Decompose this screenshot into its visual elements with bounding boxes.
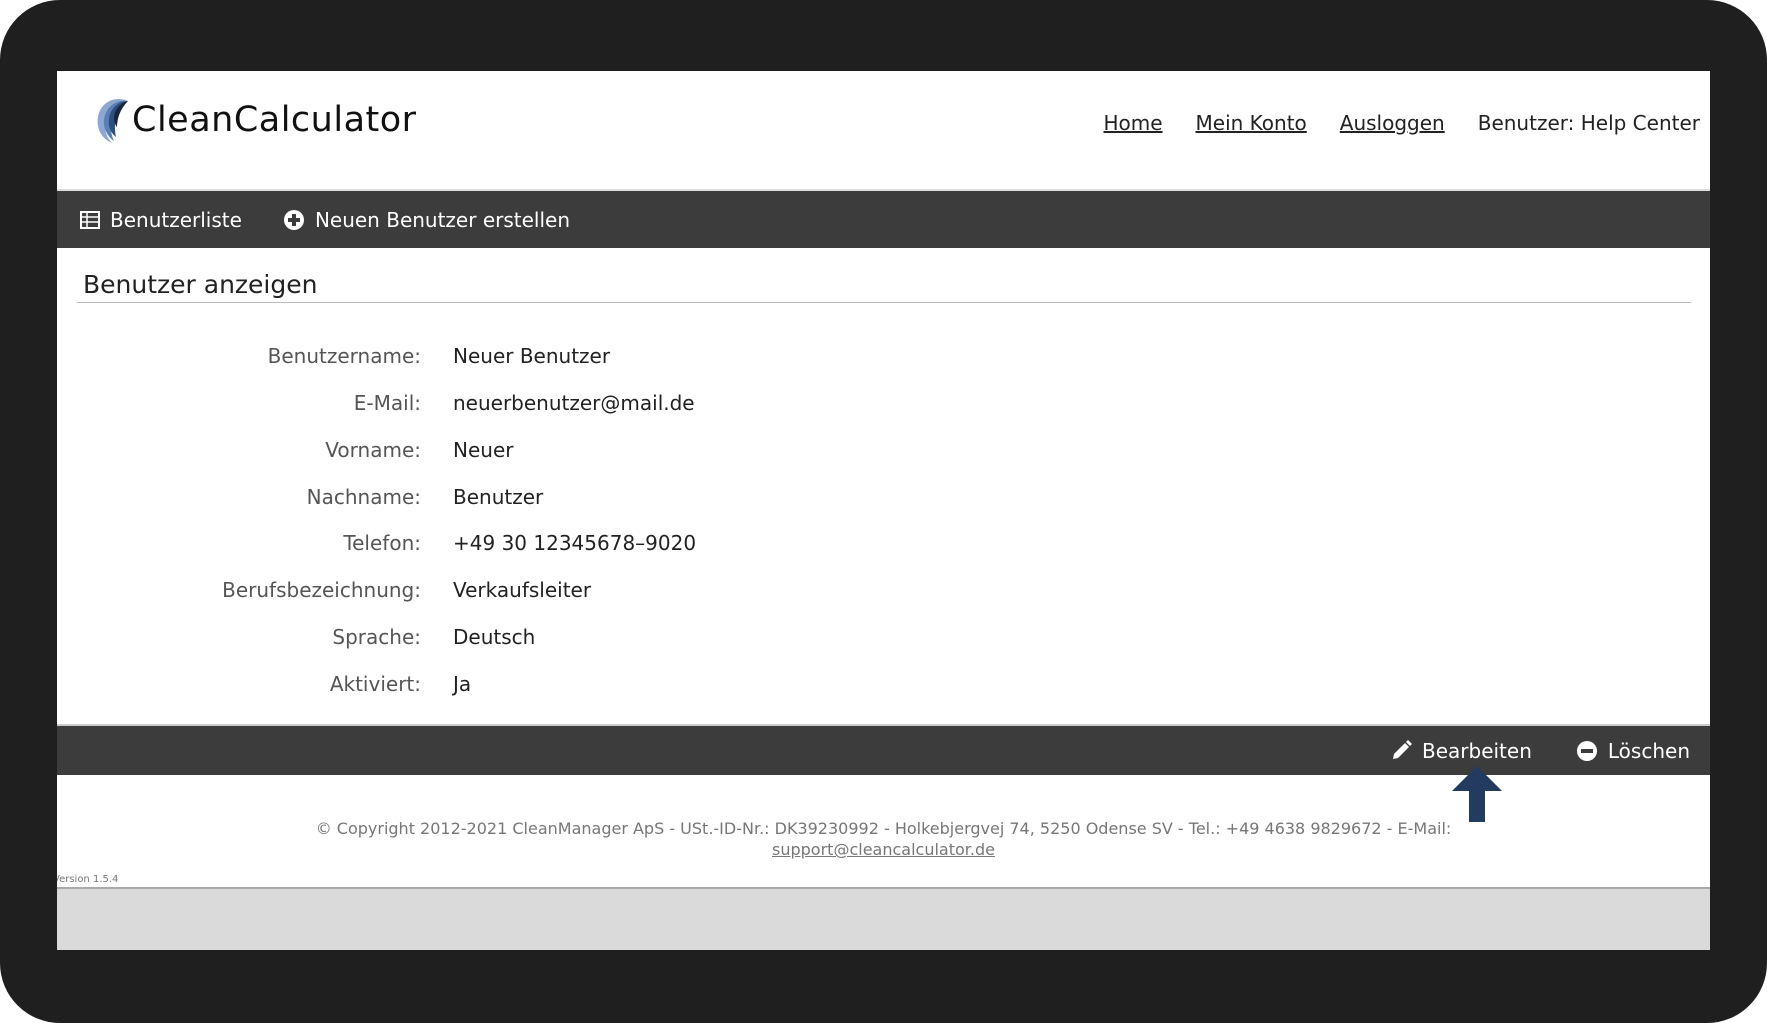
delete-label: Löschen (1607, 738, 1690, 763)
logo-text: CleanCalculator (132, 100, 417, 140)
logo-wave-icon (97, 98, 128, 143)
field-row: Nachname: Benutzer (57, 485, 1710, 515)
minus-circle-icon (1576, 740, 1597, 761)
field-label: E-Mail: (353, 391, 421, 415)
field-row: Telefon: +49 30 12345678–9020 (57, 531, 1710, 561)
support-email-link[interactable]: support@cleancalculator.de (772, 840, 995, 859)
top-navigation: Home Mein Konto Ausloggen Benutzer: Help… (1103, 111, 1700, 135)
field-row: Vorname: Neuer (57, 438, 1710, 468)
field-row: Aktiviert: Ja (57, 672, 1710, 702)
nav-benutzerliste-label: Benutzerliste (110, 207, 242, 232)
device-frame: CleanCalculator Home Mein Konto Auslogge… (0, 0, 1767, 1023)
field-label: Nachname: (306, 485, 421, 509)
field-value: Verkaufsleiter (453, 578, 592, 602)
pencil-icon (1393, 739, 1412, 759)
field-row: E-Mail: neuerbenutzer@mail.de (57, 391, 1710, 421)
mein-konto-link[interactable]: Mein Konto (1196, 111, 1307, 135)
browser-viewport: CleanCalculator Home Mein Konto Auslogge… (57, 71, 1710, 950)
table-icon (80, 210, 100, 229)
copyright-text: © Copyright 2012-2021 CleanManager ApS -… (57, 818, 1710, 860)
field-row: Berufsbezeichnung: Verkaufsleiter (57, 578, 1710, 608)
plus-circle-icon (283, 209, 304, 230)
field-value: Neuer Benutzer (453, 344, 611, 368)
field-label: Vorname: (325, 438, 421, 462)
field-row: Benutzername: Neuer Benutzer (57, 344, 1710, 374)
field-value: +49 30 12345678–9020 (453, 531, 697, 555)
title-divider (77, 302, 1691, 303)
header: CleanCalculator Home Mein Konto Auslogge… (57, 71, 1710, 191)
field-value: Ja (453, 672, 472, 696)
nav-neuen-benutzer-label: Neuen Benutzer erstellen (314, 207, 571, 232)
field-label: Sprache: (332, 625, 421, 649)
page-title: Benutzer anzeigen (83, 270, 318, 299)
navbar: Benutzerliste Neuen Benutzer erstellen (57, 191, 1710, 248)
field-label: Telefon: (343, 531, 421, 555)
field-row: Sprache: Deutsch (57, 625, 1710, 655)
nav-benutzerliste[interactable]: Benutzerliste (80, 208, 242, 232)
field-label: Benutzername: (267, 344, 421, 368)
nav-neuen-benutzer-erstellen[interactable]: Neuen Benutzer erstellen (283, 208, 570, 232)
field-value: neuerbenutzer@mail.de (453, 391, 695, 415)
edit-button[interactable]: Bearbeiten (1390, 739, 1532, 763)
current-user-label: Benutzer: Help Center (1477, 111, 1700, 135)
home-link[interactable]: Home (1103, 111, 1162, 135)
field-value: Benutzer (453, 485, 544, 509)
field-label: Aktiviert: (329, 672, 421, 696)
field-value: Neuer (453, 438, 514, 462)
copyright-line: © Copyright 2012-2021 CleanManager ApS -… (315, 819, 1452, 838)
field-value: Deutsch (453, 625, 536, 649)
delete-button[interactable]: Löschen (1576, 739, 1690, 763)
arrow-up-annotation-icon (1452, 766, 1502, 822)
ausloggen-link[interactable]: Ausloggen (1340, 111, 1445, 135)
edit-label: Bearbeiten (1422, 738, 1532, 763)
field-label: Berufsbezeichnung: (222, 578, 421, 602)
user-details: Benutzer anzeigen Benutzername: Neuer Ben… (57, 248, 1710, 724)
logo[interactable]: CleanCalculator (90, 95, 417, 145)
version-label: Version 1.5.4 (57, 874, 119, 885)
